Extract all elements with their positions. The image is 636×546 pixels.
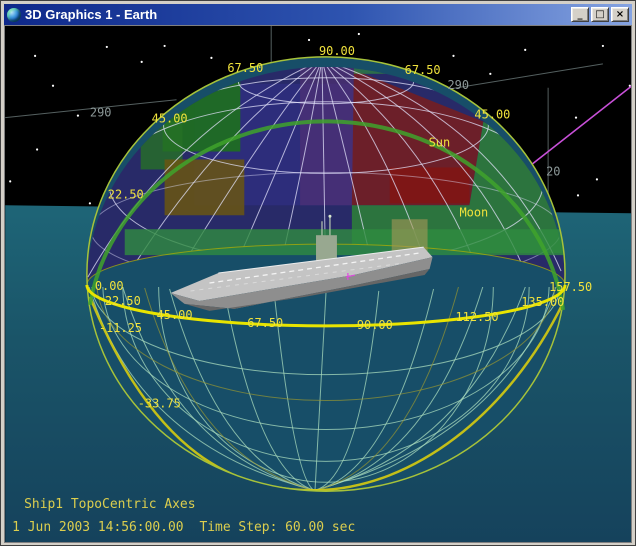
ship-stern-region [392, 219, 428, 251]
star [452, 55, 454, 57]
scene-label-0-00: 0.00 [95, 279, 124, 293]
3d-graphics-viewport[interactable]: 90.00 67.50 67.50 45.00 45.00 22.50 Sun Moon 0.0… [4, 25, 632, 543]
star [524, 49, 526, 51]
star [9, 180, 11, 182]
axes-reference-label: Ship1 TopoCentric Axes [24, 497, 195, 512]
window-title: 3D Graphics 1 - Earth [25, 7, 567, 22]
scene-label-90-00: 90.00 [357, 318, 393, 332]
maximize-button[interactable]: □ [591, 7, 609, 22]
scene-label-67-50: 67.50 [405, 63, 441, 77]
star [141, 61, 143, 63]
titlebar[interactable]: 3D Graphics 1 - Earth _□× [4, 4, 632, 25]
mast-light [328, 215, 331, 218]
scene-label-45-00: 45.00 [157, 308, 193, 322]
close-button[interactable]: × [611, 7, 629, 22]
scene-label-157-50: 157.50 [549, 280, 592, 294]
star [36, 148, 38, 150]
time-step-label: Time Step: 60.00 sec [199, 520, 355, 535]
star [210, 57, 212, 59]
star [575, 117, 577, 119]
scene-label-67-50: 67.50 [227, 61, 263, 75]
scene-label--33-75: -33.75 [138, 397, 181, 411]
scene-label-112-50: 112.50 [455, 310, 498, 324]
star [596, 178, 598, 180]
star [52, 85, 54, 87]
scene-label-22-50: 22.50 [108, 187, 144, 201]
scene-label-67-50: 67.50 [247, 316, 283, 330]
scene-label--11-25: -11.25 [99, 321, 142, 335]
scene-label-45-00: 45.00 [152, 112, 188, 126]
scene-label-sun: Sun [429, 136, 451, 150]
window-controls: _□× [571, 7, 629, 22]
star [602, 45, 604, 47]
scene-label-135-00: 135.00 [521, 295, 564, 309]
star [358, 33, 360, 35]
minimize-button[interactable]: _ [571, 7, 589, 22]
earth-3d-scene: 90.00 67.50 67.50 45.00 45.00 22.50 Sun Moon 0.0… [5, 26, 632, 543]
scene-label-90-00: 90.00 [319, 44, 355, 58]
scene-label-20: 20 [546, 164, 560, 178]
star [164, 45, 166, 47]
scene-label-45-00: 45.00 [474, 108, 510, 122]
star [89, 202, 91, 204]
earth-globe-icon [7, 8, 21, 22]
star [34, 55, 36, 57]
star [77, 115, 79, 117]
star [577, 194, 579, 196]
star [489, 73, 491, 75]
animation-timestamp: 1 Jun 2003 14:56:00.00 [12, 520, 183, 535]
app-window: 3D Graphics 1 - Earth _□× [0, 0, 636, 546]
star [308, 39, 310, 41]
scene-label-290: 290 [90, 106, 112, 120]
scene-label-moon: Moon [459, 205, 488, 219]
star [106, 46, 108, 48]
scene-label-22-50: 22.50 [105, 294, 141, 308]
scene-label-290: 290 [448, 78, 470, 92]
